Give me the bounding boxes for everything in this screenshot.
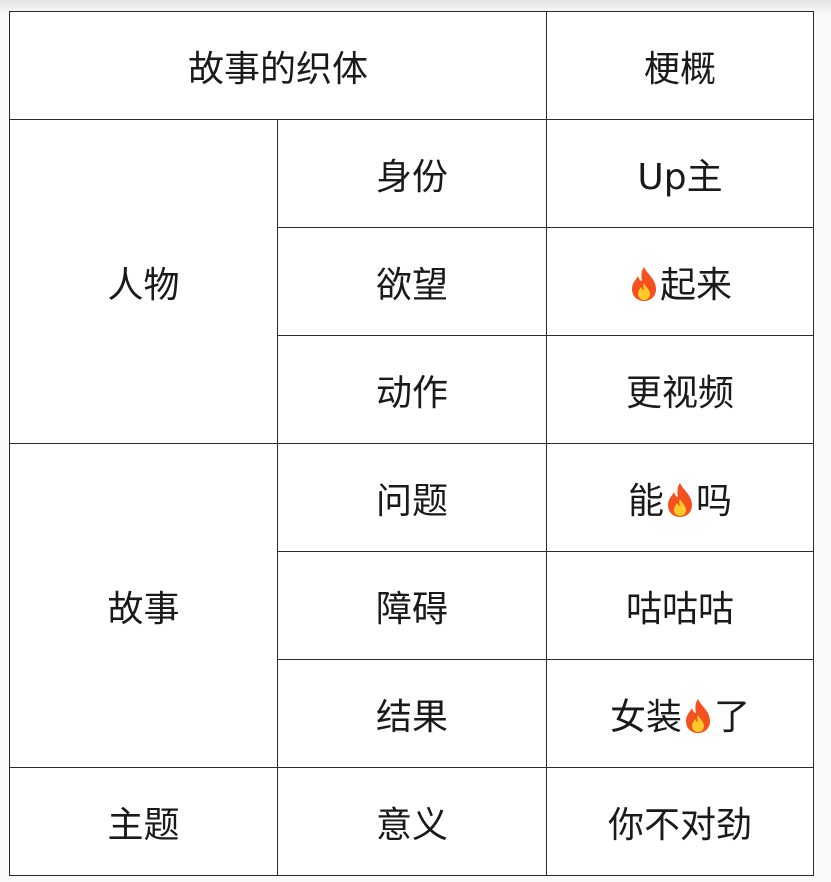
synopsis-text: 吗 (696, 480, 733, 522)
item-cell: 欲望 (277, 227, 547, 336)
story-structure-table: 故事的织体 梗概 人物 身份 Up主 欲望 起来 动作 更视频 故事 问题 能吗 (9, 11, 814, 876)
fire-emoji-icon (668, 482, 692, 517)
synopsis-cell: Up主 (546, 119, 814, 228)
item-cell: 问题 (277, 443, 547, 552)
item-cell: 结果 (277, 659, 547, 768)
item-cell: 动作 (277, 335, 547, 444)
synopsis-text: 更视频 (625, 372, 734, 414)
synopsis-cell: 你不对劲 (546, 767, 814, 876)
group-cell-theme: 主题 (9, 767, 278, 876)
item-cell: 身份 (277, 119, 547, 228)
table-row: 主题 意义 你不对劲 (9, 767, 814, 876)
synopsis-text: Up主 (637, 156, 723, 198)
synopsis-text: 能 (627, 480, 664, 522)
synopsis-text: 了 (714, 696, 751, 738)
table-row: 人物 身份 Up主 (9, 119, 814, 444)
synopsis-text: 起来 (659, 264, 732, 306)
synopsis-cell: 咕咕咕 (546, 551, 814, 660)
synopsis-text: 女装 (609, 696, 682, 738)
document-page: 故事的织体 梗概 人物 身份 Up主 欲望 起来 动作 更视频 故事 问题 能吗 (0, 0, 831, 882)
fire-emoji-icon (631, 266, 656, 301)
header-cell-structure: 故事的织体 (9, 11, 547, 120)
synopsis-cell: 女装了 (546, 659, 814, 768)
synopsis-text: 你不对劲 (607, 804, 752, 846)
synopsis-cell: 起来 (546, 227, 814, 336)
fire-emoji-icon (686, 698, 710, 733)
item-cell: 障碍 (277, 551, 547, 660)
table-row: 故事 问题 能吗 (9, 443, 814, 768)
synopsis-text: 咕咕咕 (625, 588, 734, 630)
synopsis-cell: 更视频 (546, 335, 814, 444)
header-row: 故事的织体 梗概 (9, 11, 814, 120)
group-cell-story: 故事 (9, 443, 278, 768)
item-cell: 意义 (277, 767, 547, 876)
synopsis-cell: 能吗 (546, 443, 814, 552)
header-cell-synopsis: 梗概 (546, 11, 814, 120)
group-cell-character: 人物 (9, 119, 278, 444)
